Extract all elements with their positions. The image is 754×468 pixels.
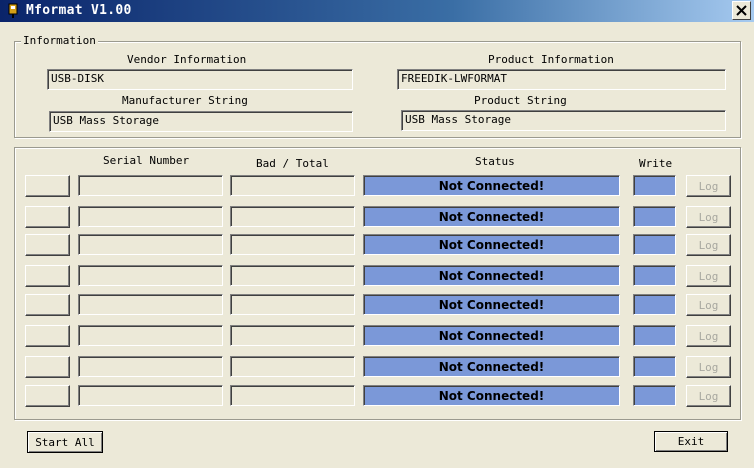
- status-indicator: Not Connected!: [363, 206, 620, 227]
- product-string-field[interactable]: USB Mass Storage: [401, 110, 726, 131]
- status-indicator: Not Connected!: [363, 294, 620, 315]
- product-label: Product Information: [488, 53, 614, 66]
- port-start-button[interactable]: [25, 175, 70, 197]
- port-start-button[interactable]: [25, 325, 70, 347]
- bad-total-field: [230, 206, 355, 227]
- serial-number-field: [78, 294, 223, 315]
- port-start-button[interactable]: [25, 265, 70, 287]
- status-indicator: Not Connected!: [363, 356, 620, 377]
- bad-total-header: Bad / Total: [256, 157, 329, 170]
- manufacturer-field[interactable]: USB Mass Storage: [49, 111, 353, 132]
- port-start-button[interactable]: [25, 206, 70, 228]
- app-window: Mformat V1.00 Information Vendor Informa…: [0, 0, 754, 468]
- write-indicator: [633, 234, 676, 255]
- log-button[interactable]: Log: [686, 294, 731, 316]
- serial-number-field: [78, 234, 223, 255]
- serial-number-field: [78, 175, 223, 196]
- log-button[interactable]: Log: [686, 356, 731, 378]
- bad-total-field: [230, 325, 355, 346]
- write-indicator: [633, 265, 676, 286]
- write-indicator: [633, 325, 676, 346]
- bad-total-field: [230, 265, 355, 286]
- app-icon: [8, 3, 18, 18]
- bad-total-field: [230, 385, 355, 406]
- log-button[interactable]: Log: [686, 175, 731, 197]
- product-field[interactable]: FREEDIK-LWFORMAT: [397, 69, 726, 90]
- bad-total-field: [230, 175, 355, 196]
- serial-number-field: [78, 325, 223, 346]
- information-group-title: Information: [21, 34, 98, 48]
- vendor-field[interactable]: USB-DISK: [47, 69, 353, 90]
- status-indicator: Not Connected!: [363, 175, 620, 196]
- log-button[interactable]: Log: [686, 325, 731, 347]
- write-indicator: [633, 356, 676, 377]
- title-bar[interactable]: Mformat V1.00: [0, 0, 754, 22]
- status-indicator: Not Connected!: [363, 234, 620, 255]
- exit-button[interactable]: Exit: [654, 431, 728, 452]
- write-indicator: [633, 206, 676, 227]
- bad-total-field: [230, 356, 355, 377]
- port-start-button[interactable]: [25, 234, 70, 256]
- serial-number-field: [78, 265, 223, 286]
- manufacturer-label: Manufacturer String: [122, 94, 248, 107]
- log-button[interactable]: Log: [686, 234, 731, 256]
- port-start-button[interactable]: [25, 356, 70, 378]
- start-all-button[interactable]: Start All: [27, 431, 103, 453]
- close-button[interactable]: [732, 1, 751, 20]
- write-indicator: [633, 294, 676, 315]
- status-indicator: Not Connected!: [363, 385, 620, 406]
- product-string-label: Product String: [474, 94, 567, 107]
- log-button[interactable]: Log: [686, 265, 731, 287]
- status-indicator: Not Connected!: [363, 325, 620, 346]
- bad-total-field: [230, 234, 355, 255]
- status-header: Status: [475, 155, 515, 168]
- bad-total-field: [230, 294, 355, 315]
- status-indicator: Not Connected!: [363, 265, 620, 286]
- serial-number-header: Serial Number: [103, 154, 190, 167]
- window-title: Mformat V1.00: [26, 3, 132, 18]
- write-indicator: [633, 175, 676, 196]
- log-button[interactable]: Log: [686, 206, 731, 228]
- close-icon: [736, 5, 747, 16]
- write-indicator: [633, 385, 676, 406]
- port-start-button[interactable]: [25, 385, 70, 407]
- serial-number-field: [78, 385, 223, 406]
- log-button[interactable]: Log: [686, 385, 731, 407]
- vendor-label: Vendor Information: [127, 53, 247, 66]
- serial-number-field: [78, 356, 223, 377]
- port-start-button[interactable]: [25, 294, 70, 316]
- write-header: Write: [639, 157, 673, 170]
- serial-number-field: [78, 206, 223, 227]
